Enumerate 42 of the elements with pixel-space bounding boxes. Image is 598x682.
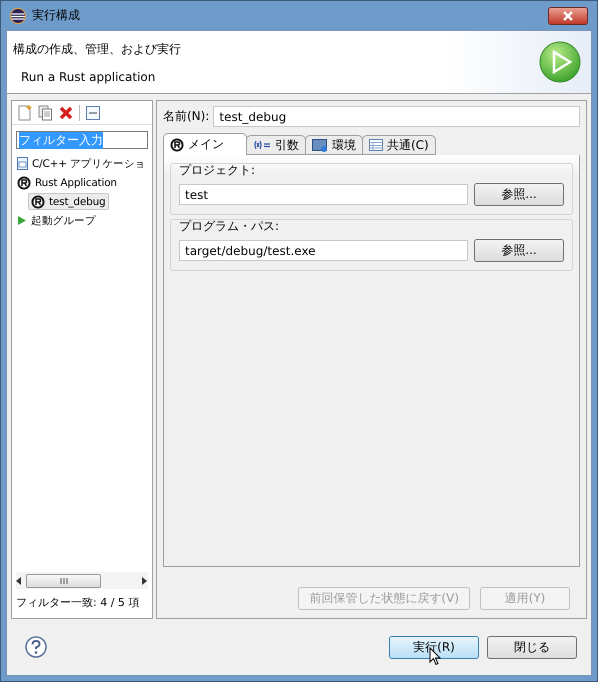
browse-button[interactable]: 参照... xyxy=(474,239,564,262)
tab[interactable]: 環境 xyxy=(305,135,363,155)
horizontal-scrollbar[interactable] xyxy=(16,572,148,589)
dialog-button[interactable]: 閉じる xyxy=(487,636,577,658)
header-message: Run a Rust application xyxy=(20,70,156,84)
tree-item[interactable]: test_debug xyxy=(28,193,109,210)
window-title: 実行構成 xyxy=(32,7,80,24)
gear-icon xyxy=(31,194,45,208)
help-icon[interactable] xyxy=(25,636,47,658)
tree-item[interactable]: C/C++ アプリケーショ xyxy=(14,155,149,172)
grip-icon xyxy=(60,578,68,584)
play-icon xyxy=(539,41,581,83)
text-field[interactable]: test xyxy=(179,184,468,205)
tree-item[interactable]: Rust Application xyxy=(14,174,120,191)
table-icon xyxy=(369,139,383,151)
file-icon xyxy=(17,157,28,170)
new-file-icon[interactable] xyxy=(18,104,32,120)
group-label: プログラム・パス: xyxy=(179,218,280,235)
window-icon xyxy=(312,138,328,152)
close-icon xyxy=(562,10,574,20)
collapse-icon[interactable] xyxy=(86,106,100,120)
name-label: 名前(N): xyxy=(163,108,210,125)
tree-item[interactable]: 起動グループ xyxy=(14,212,99,229)
close-button[interactable] xyxy=(548,6,588,24)
scroll-right-icon[interactable] xyxy=(142,576,148,584)
gear-icon xyxy=(170,138,184,152)
tab[interactable]: メイン xyxy=(163,133,247,155)
scroll-left-icon[interactable] xyxy=(16,576,22,584)
gear-icon xyxy=(17,176,31,190)
delete-icon[interactable] xyxy=(59,106,73,120)
tab[interactable]: 共通(C) xyxy=(362,135,436,155)
variable-icon xyxy=(253,140,271,150)
group-label: プロジェクト: xyxy=(179,162,256,179)
copy-icon[interactable] xyxy=(38,104,53,120)
text-field[interactable]: target/debug/test.exe xyxy=(179,240,468,261)
browse-button[interactable]: 参照... xyxy=(474,183,564,206)
play-icon xyxy=(17,215,27,226)
tab[interactable]: 引数 xyxy=(246,135,306,155)
name-field[interactable]: test_debug xyxy=(213,106,580,127)
header-title: 構成の作成、管理、および実行 xyxy=(13,40,182,58)
app-icon xyxy=(10,8,26,24)
filter-status: フィルター一致: 4 / 5 項 xyxy=(15,595,140,611)
